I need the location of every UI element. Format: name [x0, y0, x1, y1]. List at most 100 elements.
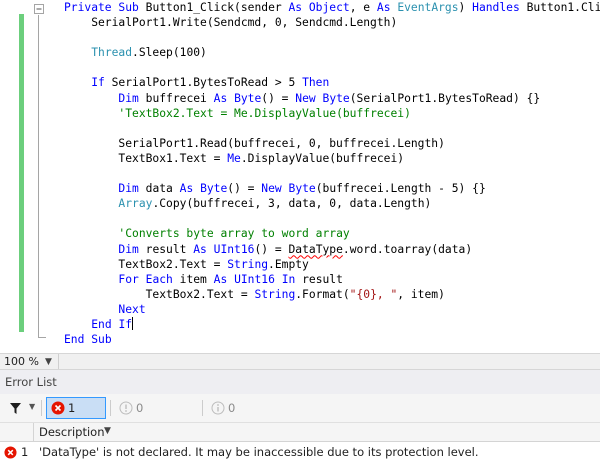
code-token: ): [458, 1, 473, 14]
code-token: .Sleep(100): [132, 46, 207, 60]
code-line[interactable]: SerialPort1.Read(buffrecei, 0, buffrecei…: [64, 136, 600, 151]
code-token: Array: [118, 197, 153, 211]
code-token: TextBox2.Text =: [64, 287, 255, 301]
code-line[interactable]: [64, 166, 600, 181]
table-row[interactable]: 1 'DataType' is not declared. It may be …: [0, 442, 600, 462]
outline-guide-line: [38, 15, 39, 338]
code-token: EventArgs: [397, 1, 459, 14]
code-token: Handles: [472, 1, 527, 14]
code-token: For: [118, 272, 146, 286]
change-indicator-bar: [19, 14, 24, 332]
code-token: As: [288, 1, 309, 14]
code-line[interactable]: If SerialPort1.BytesToRead > 5 Then: [64, 75, 600, 90]
errors-filter-button[interactable]: 1 Error: [46, 397, 106, 435]
code-token: item: [179, 272, 214, 286]
code-token: data: [145, 182, 180, 196]
code-token: 'Converts byte array to word array: [118, 227, 350, 241]
code-token: () =: [254, 242, 289, 256]
code-line[interactable]: TextBox2.Text = String.Format("{0}, ", i…: [64, 287, 600, 302]
code-line[interactable]: [64, 121, 600, 136]
code-token: As: [376, 1, 398, 14]
toolbar-separator: [110, 400, 111, 416]
code-token: End: [64, 333, 92, 347]
code-line[interactable]: Private Sub Button1_Click(sender As Obje…: [64, 0, 600, 15]
chevron-down-icon[interactable]: ▼: [45, 355, 52, 370]
code-token: SerialPort1.BytesToRead > 5: [111, 76, 303, 90]
code-token: Dim: [118, 182, 146, 196]
error-icon: [51, 401, 65, 415]
code-token: Then: [302, 76, 330, 90]
code-token: New: [295, 91, 323, 105]
code-line[interactable]: Dim buffrecei As Byte() = New Byte(Seria…: [64, 91, 600, 106]
code-text[interactable]: Private Sub Button1_Click(sender As Obje…: [64, 0, 600, 347]
code-line[interactable]: Next: [64, 302, 600, 317]
code-token: Button1_Click(sender: [145, 1, 289, 14]
code-line[interactable]: TextBox1.Text = Me.DisplayValue(buffrece…: [64, 151, 600, 166]
toolbar-separator: [41, 400, 42, 416]
code-token: Dim: [118, 91, 146, 105]
code-editor[interactable]: Private Sub Button1_Click(sender As Obje…: [0, 0, 600, 353]
code-line[interactable]: End If: [64, 316, 600, 332]
code-line[interactable]: Thread.Sleep(100): [64, 45, 600, 60]
messages-filter-button[interactable]: 0 Messages: [206, 397, 294, 435]
code-token: Object: [308, 1, 350, 14]
code-token: New: [261, 182, 289, 196]
error-description: 'DataType' is not declared. It may be in…: [39, 445, 479, 459]
code-line[interactable]: For Each item As UInt16 In result: [64, 272, 600, 287]
zoom-separator: [58, 354, 59, 369]
column-separator: [33, 423, 34, 442]
zoom-level[interactable]: 100 %: [4, 354, 39, 369]
code-token: Button1.Click: [526, 1, 600, 14]
error-list-header: Description ▼: [0, 422, 600, 442]
chevron-down-icon[interactable]: ▼: [104, 426, 111, 436]
code-line[interactable]: [64, 60, 600, 75]
code-token: Byte: [322, 91, 350, 105]
code-token: Sub: [118, 1, 146, 14]
code-token: As: [193, 242, 214, 256]
code-token: result: [145, 242, 194, 256]
code-token: .DisplayValue(buffrecei): [240, 151, 405, 165]
code-token: Next: [118, 302, 146, 316]
code-token: End: [91, 317, 119, 331]
code-token: Byte: [200, 182, 228, 196]
code-token: Each: [145, 272, 180, 286]
editor-gutter: [0, 0, 16, 353]
filter-icon[interactable]: [9, 402, 22, 415]
code-token: 'TextBox2.Text = Me.DisplayValue(buffrec…: [118, 106, 411, 120]
code-line[interactable]: [64, 30, 600, 45]
error-list-title-bar: Error List: [0, 370, 600, 394]
code-line[interactable]: [64, 211, 600, 226]
code-line[interactable]: End Sub: [64, 332, 600, 347]
code-line[interactable]: Dim data As Byte() = New Byte(buffrecei.…: [64, 181, 600, 196]
code-line[interactable]: 'Converts byte array to word array: [64, 226, 600, 241]
code-token: UInt16: [213, 242, 255, 256]
warnings-filter-button[interactable]: 0 Warnings: [114, 397, 199, 435]
code-token: SerialPort1.Write(Sendcmd, 0, Sendcmd.Le…: [64, 16, 398, 30]
description-column-header[interactable]: Description: [39, 425, 105, 439]
toolbar-separator: [202, 400, 203, 416]
error-list-title: Error List: [5, 375, 57, 389]
code-line[interactable]: Dim result As UInt16() = DataType.word.t…: [64, 242, 600, 257]
code-line[interactable]: SerialPort1.Write(Sendcmd, 0, Sendcmd.Le…: [64, 15, 600, 30]
code-line[interactable]: 'TextBox2.Text = Me.DisplayValue(buffrec…: [64, 106, 600, 121]
code-token: Thread: [91, 46, 133, 60]
code-token: TextBox2.Text =: [64, 257, 228, 271]
error-list-toolbar: ▼ 1 Error 0 Warnings 0 Messages: [0, 394, 600, 435]
code-line[interactable]: Array.Copy(buffrecei, 3, data, 0, data.L…: [64, 196, 600, 211]
error-number: 1: [21, 445, 29, 459]
collapse-outline-icon[interactable]: [33, 3, 45, 15]
chevron-down-icon[interactable]: ▼: [29, 402, 35, 411]
code-token: , e: [349, 1, 377, 14]
code-line[interactable]: TextBox2.Text = String.Empty: [64, 257, 600, 272]
code-token: (buffrecei.Length - 5) {}: [315, 182, 486, 196]
code-token: .Format(: [295, 287, 350, 301]
code-token: result: [302, 272, 343, 286]
